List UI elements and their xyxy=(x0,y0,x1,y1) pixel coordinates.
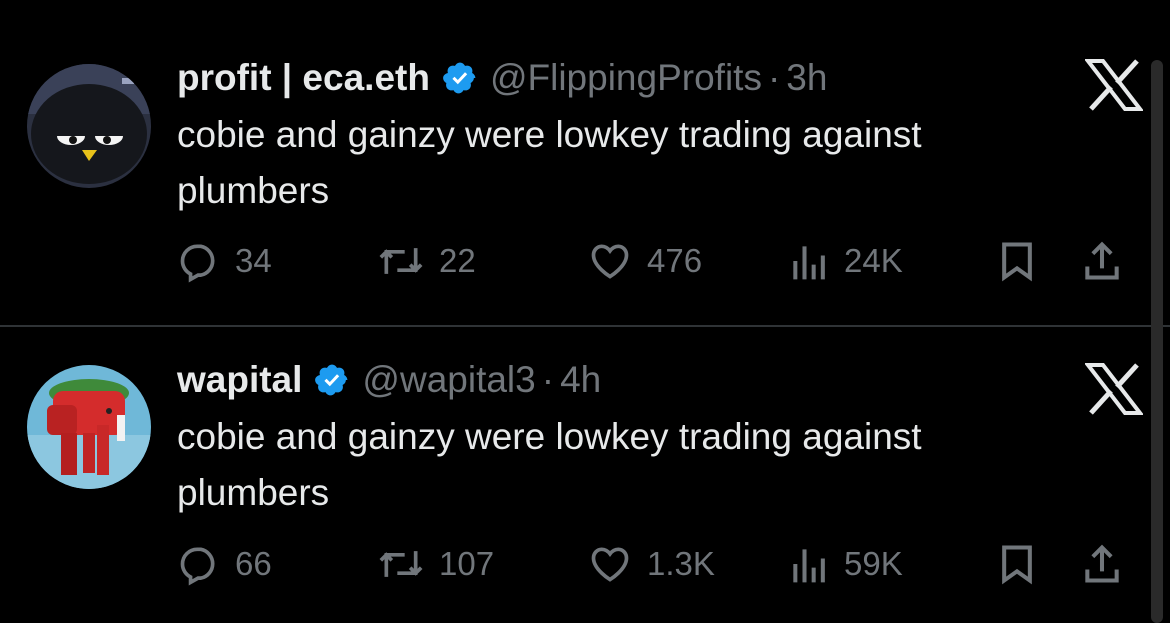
share-icon xyxy=(1082,542,1122,586)
heart-icon xyxy=(587,542,633,586)
repost-button[interactable]: 107 xyxy=(377,539,494,589)
share-icon xyxy=(1082,239,1122,283)
tweet-text: cobie and gainzy were lowkey trading aga… xyxy=(177,416,922,513)
timeline-feed: profit | eca.eth @FlippingProfits · 3h c… xyxy=(0,0,1170,623)
timestamp[interactable]: 4h xyxy=(560,358,601,402)
bookmark-button[interactable] xyxy=(997,539,1037,589)
x-logo-icon[interactable] xyxy=(1083,56,1145,114)
verified-badge-icon xyxy=(442,60,478,96)
display-name[interactable]: profit | eca.eth xyxy=(177,56,430,100)
repost-icon xyxy=(377,239,425,283)
reply-button[interactable]: 34 xyxy=(177,236,272,286)
tweet-text: cobie and gainzy were lowkey trading aga… xyxy=(177,114,922,211)
avatar[interactable] xyxy=(27,64,151,188)
tweet[interactable]: profit | eca.eth @FlippingProfits · 3h c… xyxy=(0,0,1170,326)
reply-count: 34 xyxy=(235,242,272,279)
heart-icon xyxy=(587,239,633,283)
repost-count: 22 xyxy=(439,242,476,279)
timestamp[interactable]: 3h xyxy=(786,56,827,100)
reply-icon xyxy=(177,542,221,586)
user-handle[interactable]: @FlippingProfits xyxy=(490,56,762,100)
like-count: 476 xyxy=(647,242,703,279)
reply-button[interactable]: 66 xyxy=(177,539,272,589)
separator-dot: · xyxy=(767,57,781,98)
views-icon xyxy=(790,239,830,283)
like-count: 1.3K xyxy=(647,545,715,582)
views-button[interactable]: 59K xyxy=(790,539,903,589)
user-handle[interactable]: @wapital3 xyxy=(362,358,535,402)
bookmark-icon xyxy=(997,542,1037,586)
bookmark-icon xyxy=(997,239,1037,283)
share-button[interactable] xyxy=(1082,539,1122,589)
tweet-actions: 34 22 476 24K xyxy=(177,236,1147,286)
display-name[interactable]: wapital xyxy=(177,358,302,402)
repost-icon xyxy=(377,542,425,586)
tweet[interactable]: wapital @wapital3 · 4h cobie and gainzy … xyxy=(0,327,1170,623)
views-button[interactable]: 24K xyxy=(790,236,903,286)
reply-count: 66 xyxy=(235,545,272,582)
views-icon xyxy=(790,542,830,586)
tweet-header: profit | eca.eth @FlippingProfits · 3h xyxy=(177,56,827,100)
separator-dot: · xyxy=(541,359,555,400)
share-button[interactable] xyxy=(1082,236,1122,286)
tweet-header: wapital @wapital3 · 4h xyxy=(177,358,601,402)
avatar[interactable] xyxy=(27,365,151,489)
verified-badge-icon xyxy=(314,362,350,398)
scrollbar[interactable] xyxy=(1151,60,1163,623)
view-count: 24K xyxy=(844,242,903,279)
like-button[interactable]: 476 xyxy=(587,236,702,286)
bookmark-button[interactable] xyxy=(997,236,1037,286)
repost-count: 107 xyxy=(439,545,495,582)
view-count: 59K xyxy=(844,545,903,582)
reply-icon xyxy=(177,239,221,283)
repost-button[interactable]: 22 xyxy=(377,236,476,286)
tweet-actions: 66 107 1.3K 59K xyxy=(177,539,1147,589)
x-logo-icon[interactable] xyxy=(1083,360,1145,418)
like-button[interactable]: 1.3K xyxy=(587,539,715,589)
